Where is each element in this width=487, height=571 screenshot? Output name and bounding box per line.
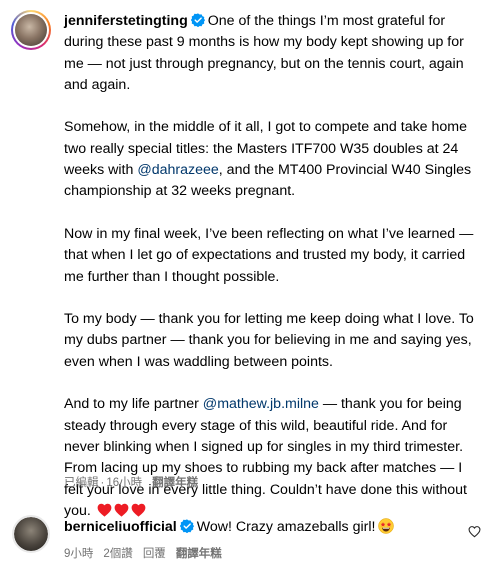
star-struck-emoji-icon [378,518,395,534]
caption-paragraph-3-text: Now in my final week, I’ve been reflecti… [64,225,474,285]
comment-likes-count[interactable]: 2個讚 [103,548,132,560]
mention-link-dahrazeee[interactable]: @dahrazeee [137,162,218,178]
comment-text: Wow! Crazy amazeballs girl! [196,519,376,535]
like-heart-icon[interactable] [468,525,481,538]
caption-paragraph-3: Now in my final week, I’ve been reflecti… [64,224,474,288]
commenter-avatar-image [14,517,48,551]
comment-meta-row: 9小時 2個讚 回覆 翻譯年糕 [64,545,232,561]
post-meta-row: 已編輯 · 16小時 翻譯年糕 [64,474,208,490]
mention-link-mathew-jb-milne[interactable]: @mathew.jb.milne [203,396,319,412]
post-time[interactable]: 16小時 [106,477,142,489]
red-heart-icon [114,503,129,517]
comment-see-translation-button[interactable]: 翻譯年糕 [176,548,222,560]
commenter-username[interactable]: berniceliuofficial [64,519,177,535]
edited-label: 已編輯 [64,477,99,489]
meta-separator: · [100,477,105,489]
caption-text: jenniferstetingting One of the things I’m… [64,11,474,543]
see-translation-button[interactable]: 翻譯年糕 [152,477,198,489]
red-heart-icon [97,503,112,517]
comment-body: berniceliuofficial Wow! Crazy amazeballs … [64,517,444,538]
caption-paragraph-2: Somehow, in the middle of it all, I got … [64,117,474,202]
caption-paragraph-5: And to my life partner @mathew.jb.milne … [64,394,474,522]
caption-paragraph-5-text: And to my life partner [64,396,203,413]
reply-button[interactable]: 回覆 [143,548,166,560]
comment-time[interactable]: 9小時 [64,548,93,560]
author-avatar[interactable] [11,10,51,50]
verified-badge-icon [179,519,194,533]
caption-paragraph-4-text: To my body — thank you for letting me ke… [64,311,474,370]
author-avatar-image [15,14,47,46]
author-username[interactable]: jenniferstetingting [64,13,188,29]
caption-paragraph-5-text-end: — thank you for being steady through eve… [64,396,467,519]
commenter-avatar[interactable] [12,515,50,553]
verified-badge-icon [190,13,205,27]
caption-paragraph-4: To my body — thank you for letting me ke… [64,309,474,373]
red-heart-icon [131,503,146,517]
